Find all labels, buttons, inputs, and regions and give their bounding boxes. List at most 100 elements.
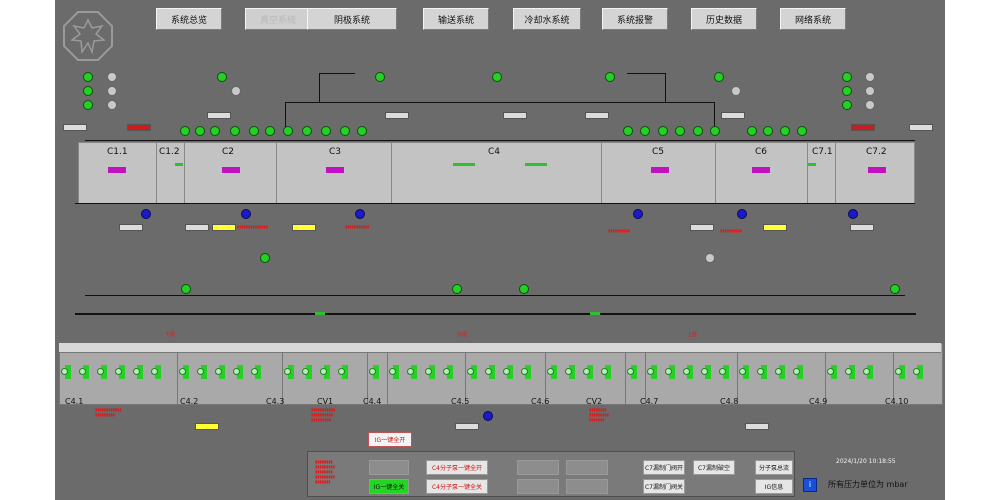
molecular-pump-flow-button[interactable]: 分子泵总流: [755, 460, 793, 475]
valve[interactable]: [747, 126, 757, 136]
valve[interactable]: [658, 126, 668, 136]
valve[interactable]: [797, 126, 807, 136]
disabled-button: [517, 460, 559, 475]
pump[interactable]: [452, 284, 462, 294]
gauge-blue[interactable]: [141, 209, 151, 219]
indicator-dot: [913, 368, 920, 375]
c7-valve-close-button[interactable]: C7漏制门阀关: [643, 479, 685, 494]
yellow-readout: [763, 224, 787, 231]
pump[interactable]: [842, 86, 852, 96]
pump[interactable]: [83, 100, 93, 110]
cell-label: C4.1: [65, 397, 84, 406]
valve[interactable]: [710, 126, 720, 136]
chamber-label: C1.2: [159, 147, 180, 157]
indicator-dot: [467, 368, 474, 375]
ig-all-open-button[interactable]: IG一键全开: [368, 432, 412, 447]
indicator-dot: [179, 368, 186, 375]
gauge-blue[interactable]: [633, 209, 643, 219]
c4-pumps-close-button[interactable]: C4分子泵一键全关: [426, 479, 488, 494]
pump[interactable]: [605, 72, 615, 82]
pump[interactable]: [842, 100, 852, 110]
alarm-text: ▮▮▮▮▮▮▮▮▮▮▮: [345, 224, 370, 229]
readout: [455, 423, 479, 430]
valve[interactable]: [623, 126, 633, 136]
gauge-blue[interactable]: [241, 209, 251, 219]
nav-history[interactable]: 历史数据: [691, 8, 757, 30]
valve[interactable]: [283, 126, 293, 136]
pump[interactable]: [83, 72, 93, 82]
nav-overview[interactable]: 系统总览: [156, 8, 222, 30]
indicator-dot: [215, 368, 222, 375]
chamber-label: C5: [652, 147, 665, 157]
pump[interactable]: [865, 100, 875, 110]
nav-alarm[interactable]: 系统报警: [602, 8, 668, 30]
pump[interactable]: [865, 72, 875, 82]
nav-transport[interactable]: 输送系统: [423, 8, 489, 30]
nav-vacuum[interactable]: 真空系统: [245, 8, 311, 30]
c7-vent-button[interactable]: C7漏制破空: [693, 460, 735, 475]
cell-label: C4.7: [640, 397, 659, 406]
magenta-marker: [222, 167, 240, 173]
valve[interactable]: [180, 126, 190, 136]
pump[interactable]: [217, 72, 227, 82]
pump[interactable]: [492, 72, 502, 82]
gauge-blue[interactable]: [737, 209, 747, 219]
pump[interactable]: [375, 72, 385, 82]
gauge-blue[interactable]: [848, 209, 858, 219]
valve[interactable]: [265, 126, 275, 136]
ig-all-off-button[interactable]: IG一键全关: [369, 479, 409, 494]
pump[interactable]: [107, 100, 117, 110]
pump[interactable]: [260, 253, 270, 263]
magenta-marker: [326, 167, 344, 173]
pump[interactable]: [731, 86, 741, 96]
c7-valve-open-button[interactable]: C7漏制门阀开: [643, 460, 685, 475]
valve[interactable]: [321, 126, 331, 136]
indicator-dot: [719, 368, 726, 375]
info-button[interactable]: i: [803, 478, 817, 492]
valve[interactable]: [230, 126, 240, 136]
indicator-dot: [407, 368, 414, 375]
nav-network[interactable]: 网络系统: [780, 8, 846, 30]
cell-label: C4.3: [266, 397, 285, 406]
pump[interactable]: [107, 72, 117, 82]
valve[interactable]: [357, 126, 367, 136]
valve[interactable]: [195, 126, 205, 136]
valve[interactable]: [675, 126, 685, 136]
cell-label: C4.5: [451, 397, 470, 406]
pump[interactable]: [181, 284, 191, 294]
pump[interactable]: [842, 72, 852, 82]
alarm-text: ▮▮▮▮▮▮▮▮ ▮▮▮▮▮▮▮▮▮ ▮▮▮▮▮▮▮: [589, 407, 609, 422]
indicator-dot: [61, 368, 68, 375]
valve[interactable]: [249, 126, 259, 136]
ig-info-button[interactable]: IG信息: [755, 479, 793, 494]
pump[interactable]: [231, 86, 241, 96]
valve[interactable]: [780, 126, 790, 136]
c4-pumps-open-button[interactable]: C4分子泵一键全开: [426, 460, 488, 475]
valve[interactable]: [302, 126, 312, 136]
pump[interactable]: [714, 72, 724, 82]
valve[interactable]: [640, 126, 650, 136]
pump[interactable]: [705, 253, 715, 263]
indicator-dot: [151, 368, 158, 375]
valve[interactable]: [693, 126, 703, 136]
chamber-label: C2: [222, 147, 235, 157]
indicator-dot: [683, 368, 690, 375]
valve[interactable]: [763, 126, 773, 136]
pump[interactable]: [890, 284, 900, 294]
readout: [503, 112, 527, 119]
nav-cooling[interactable]: 冷却水系统: [513, 8, 581, 30]
cell-header-strip: [177, 343, 282, 353]
gauge-blue[interactable]: [483, 411, 493, 421]
indicator-dot: [443, 368, 450, 375]
gauge-blue[interactable]: [355, 209, 365, 219]
nav-cathode[interactable]: 阴极系统: [307, 8, 397, 30]
pump[interactable]: [107, 86, 117, 96]
valve[interactable]: [340, 126, 350, 136]
valve[interactable]: [210, 126, 220, 136]
timestamp: 2024/1/20 10:18:55: [836, 458, 896, 465]
pump[interactable]: [865, 86, 875, 96]
indicator-dot: [521, 368, 528, 375]
pump[interactable]: [83, 86, 93, 96]
yellow-readout: [292, 224, 316, 231]
pump[interactable]: [519, 284, 529, 294]
